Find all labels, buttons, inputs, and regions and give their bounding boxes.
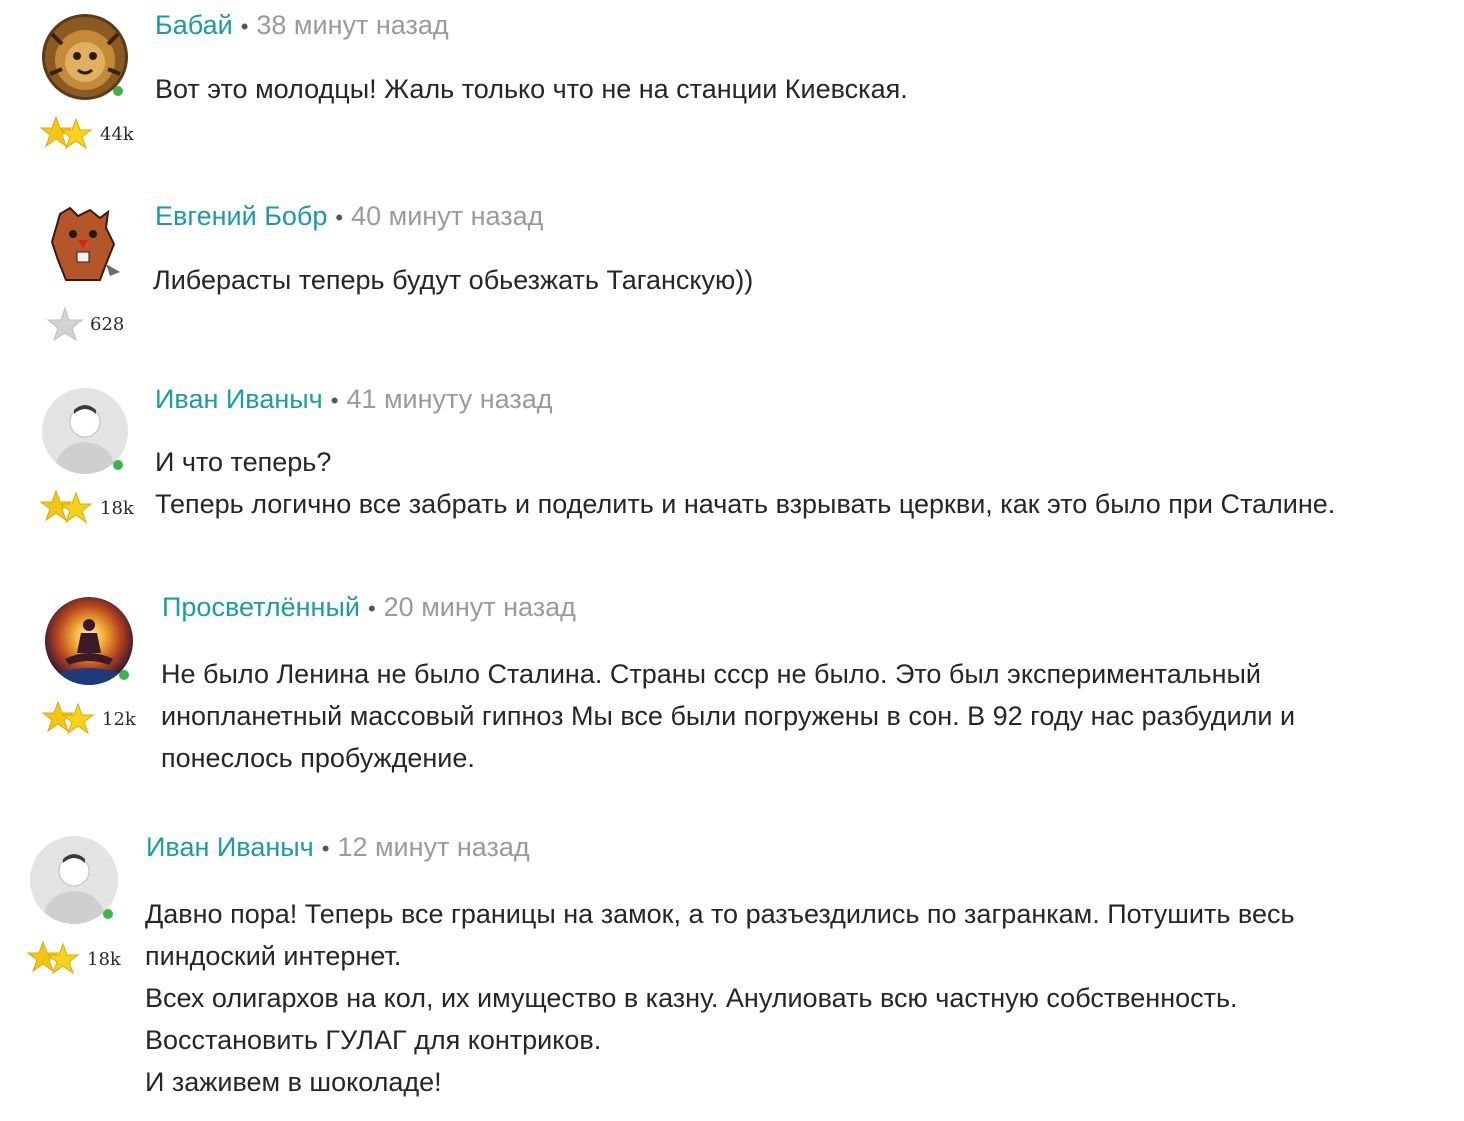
- separator-dot: •: [330, 388, 339, 413]
- rating-value: 628: [90, 313, 125, 335]
- user-rating: 12k: [42, 699, 136, 739]
- comment-time[interactable]: 38 минут назад: [256, 10, 448, 41]
- comment-time[interactable]: 20 минут назад: [384, 592, 576, 623]
- online-status-dot: [113, 86, 123, 96]
- beaver-avatar-icon[interactable]: [40, 204, 126, 290]
- online-status-dot: [103, 909, 113, 919]
- comment-line: понеслось пробуждение.: [161, 743, 475, 773]
- star-icon: [40, 115, 94, 153]
- comment-text: Либерасты теперь будут обьезжать Таганск…: [153, 259, 753, 301]
- comment-text: Вот это молодцы! Жаль только что не на с…: [155, 68, 908, 110]
- comment-line: Не было Ленина не было Сталина. Страны с…: [161, 659, 1261, 689]
- separator-dot: •: [335, 205, 344, 230]
- comment-line: Всех олигархов на кол, их имущество в ка…: [145, 983, 1238, 1013]
- separator-dot: •: [240, 14, 249, 39]
- user-rating: 18k: [27, 939, 121, 979]
- comment-line: пиндоский интернет.: [145, 941, 402, 971]
- comment-author[interactable]: Иван Иваныч: [155, 384, 323, 415]
- rating-value: 18k: [87, 948, 121, 970]
- comment-line: И заживем в шоколаде!: [145, 1067, 442, 1097]
- online-status-dot: [113, 460, 123, 470]
- rating-value: 12k: [102, 708, 136, 730]
- star-icon: [40, 489, 94, 527]
- star-icon: [27, 940, 81, 978]
- comment-author[interactable]: Иван Иваныч: [146, 832, 314, 863]
- user-rating: 18k: [40, 488, 134, 528]
- comment-line: Восстановить ГУЛАГ для контриков.: [145, 1025, 602, 1055]
- comment-line: Либерасты теперь будут обьезжать Таганск…: [153, 265, 754, 295]
- comment-line: И что теперь?: [155, 447, 332, 477]
- user-rating: 44k: [40, 114, 134, 154]
- comment-line: Теперь логично все забрать и поделить и …: [155, 489, 1336, 519]
- star-icon: [46, 305, 84, 343]
- comment-time[interactable]: 12 минут назад: [337, 832, 529, 863]
- comment-time[interactable]: 41 минуту назад: [346, 384, 552, 415]
- comment-time[interactable]: 40 минут назад: [351, 201, 543, 232]
- comment-text: Не было Ленина не было Сталина. Страны с…: [161, 653, 1295, 779]
- rating-value: 44k: [100, 123, 134, 145]
- comment-text: Давно пора! Теперь все границы на замок,…: [145, 893, 1295, 1103]
- comment-line: Давно пора! Теперь все границы на замок,…: [145, 899, 1295, 929]
- separator-dot: •: [321, 836, 330, 861]
- comment-author[interactable]: Бабай: [155, 10, 233, 41]
- rating-value: 18k: [100, 497, 134, 519]
- comment-text: И что теперь? Теперь логично все забрать…: [155, 441, 1335, 525]
- star-icon: [42, 700, 96, 738]
- comment-author[interactable]: Евгений Бобр: [155, 201, 327, 232]
- separator-dot: •: [367, 596, 376, 621]
- comment-line: инопланетный массовый гипноз Мы все были…: [161, 701, 1296, 731]
- comment-author[interactable]: Просветлённый: [162, 592, 360, 623]
- user-rating: 628: [46, 304, 124, 344]
- comment-line: Вот это молодцы! Жаль только что не на с…: [155, 74, 908, 104]
- online-status-dot: [119, 670, 129, 680]
